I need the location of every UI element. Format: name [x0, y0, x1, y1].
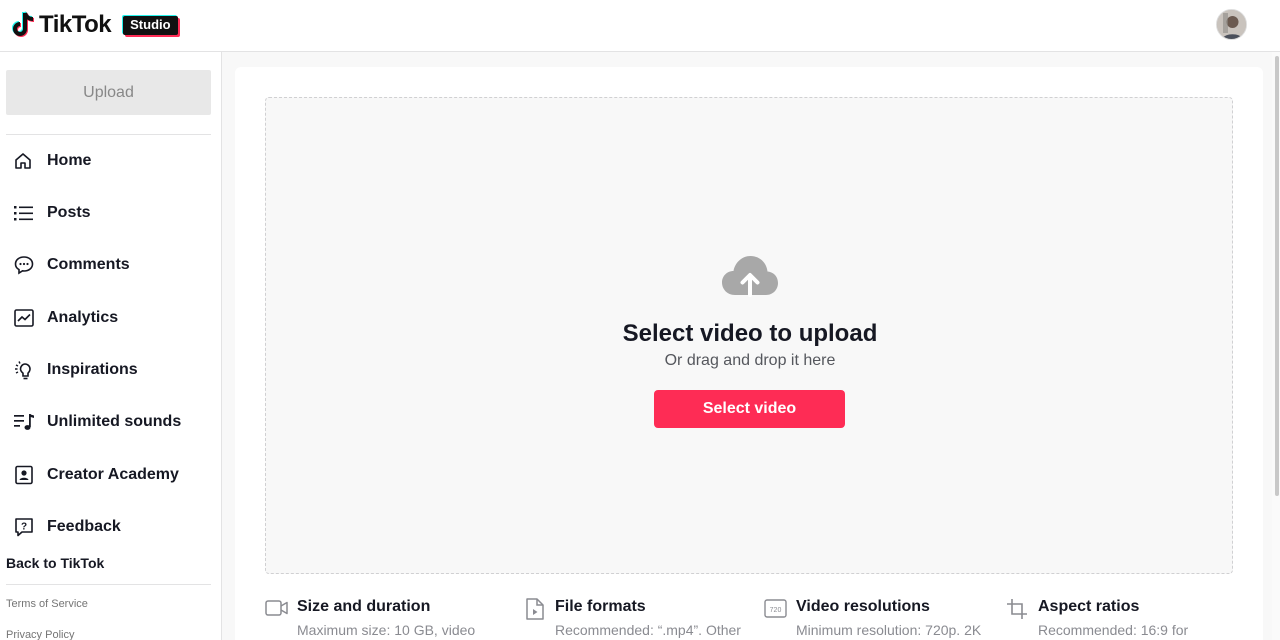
comment-icon [14, 254, 40, 276]
terms-link[interactable]: Terms of Service [6, 598, 88, 610]
resolution-icon-text: 720 [770, 607, 782, 614]
info-title: Video resolutions [796, 598, 930, 615]
sidebar: Upload Home Posts Comments Analytics Ins… [0, 52, 222, 640]
sidebar-item-label: Unlimited sounds [47, 413, 182, 430]
sidebar-item-label: Feedback [47, 518, 121, 535]
info-title: Size and duration [297, 598, 431, 615]
sidebar-item-unlimited-sounds[interactable]: Unlimited sounds [6, 402, 211, 442]
cloud-upload-icon [720, 253, 780, 298]
sidebar-item-analytics[interactable]: Analytics [6, 298, 211, 338]
info-file-formats: File formats Recommended: “.mp4”. Other [523, 597, 741, 639]
sidebar-item-label: Home [47, 152, 92, 169]
top-header: TikTok Studio [0, 0, 1280, 52]
info-video-resolutions: 720 Video resolutions Minimum resolution… [764, 597, 981, 639]
sidebar-item-feedback[interactable]: ? Feedback [6, 507, 211, 547]
info-desc: Minimum resolution: 720p. 2K [796, 622, 982, 638]
sidebar-item-label: Analytics [47, 309, 119, 326]
sidebar-divider [6, 584, 211, 585]
info-aspect-ratios: Aspect ratios Recommended: 16:9 for [1006, 597, 1188, 639]
crop-icon [1006, 598, 1030, 620]
user-avatar[interactable] [1216, 9, 1247, 40]
info-title: Aspect ratios [1038, 598, 1140, 615]
studio-badge: Studio [123, 15, 178, 35]
upload-dropzone[interactable]: Select video to upload Or drag and drop … [265, 97, 1233, 574]
info-desc: Maximum size: 10 GB, video [297, 622, 476, 638]
sidebar-item-comments[interactable]: Comments [6, 245, 211, 285]
sidebar-item-home[interactable]: Home [6, 141, 211, 181]
tiktok-note-icon [12, 10, 38, 40]
sidebar-item-label: Comments [47, 256, 130, 273]
page-scrollbar-thumb[interactable] [1275, 56, 1279, 496]
sidebar-item-inspirations[interactable]: Inspirations [6, 350, 211, 390]
sidebar-item-posts[interactable]: Posts [6, 193, 211, 233]
info-title: File formats [555, 598, 646, 615]
chart-icon [14, 307, 40, 329]
logo-text: TikTok [39, 11, 112, 38]
upload-card: Select video to upload Or drag and drop … [235, 67, 1263, 640]
list-icon [14, 202, 40, 224]
resolution-icon: 720 [764, 598, 788, 620]
sidebar-item-creator-academy[interactable]: Creator Academy [6, 455, 211, 495]
file-icon [523, 598, 547, 620]
music-list-icon [14, 411, 40, 433]
sidebar-item-label: Posts [47, 204, 91, 221]
home-icon [14, 150, 40, 172]
select-video-button[interactable]: Select video [654, 390, 845, 428]
lightbulb-icon [14, 359, 40, 381]
sidebar-item-label: Creator Academy [47, 466, 179, 483]
sidebar-item-label: Inspirations [47, 361, 138, 378]
upload-title: Select video to upload [622, 320, 878, 347]
back-to-tiktok-link[interactable]: Back to TikTok [6, 555, 104, 571]
feedback-icon: ? [14, 516, 40, 538]
privacy-link[interactable]: Privacy Policy [6, 629, 74, 640]
upload-button[interactable]: Upload [6, 70, 211, 115]
info-size-duration: Size and duration Maximum size: 10 GB, v… [265, 597, 475, 639]
video-camera-icon [265, 598, 289, 620]
tiktok-studio-logo[interactable]: TikTok Studio [12, 9, 178, 41]
svg-text:?: ? [21, 522, 27, 533]
academy-icon [14, 464, 40, 486]
info-desc: Recommended: “.mp4”. Other [555, 622, 741, 638]
sidebar-divider [6, 134, 211, 135]
info-desc: Recommended: 16:9 for [1038, 622, 1189, 638]
upload-subtitle: Or drag and drop it here [664, 352, 836, 369]
